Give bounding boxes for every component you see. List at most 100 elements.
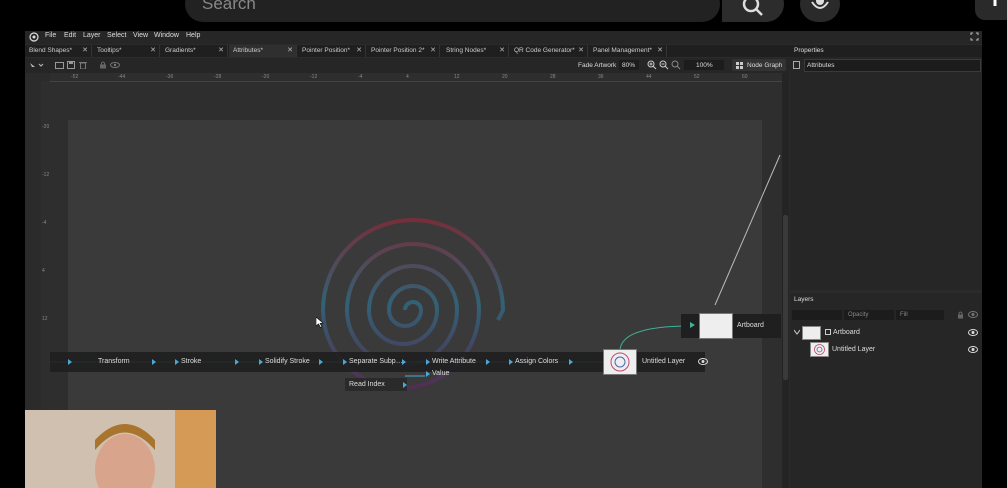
connector-arrow-icon bbox=[569, 359, 573, 365]
ruler-tick: 44 bbox=[646, 74, 652, 80]
tool-select-dropdown-icon[interactable] bbox=[29, 61, 45, 70]
close-icon[interactable]: ✕ bbox=[82, 45, 88, 57]
tab-label: QR Code Generator* bbox=[514, 47, 575, 54]
zoom-in-icon[interactable] bbox=[647, 60, 657, 70]
connector-arrow-icon bbox=[319, 359, 323, 365]
connector-arrow-icon bbox=[403, 382, 407, 388]
visibility-eye-icon[interactable] bbox=[968, 346, 978, 353]
chevron-down-icon[interactable] bbox=[794, 329, 800, 335]
visibility-eye-icon[interactable] bbox=[968, 329, 978, 336]
tab-label: String Nodes* bbox=[446, 47, 487, 54]
microphone-icon bbox=[811, 0, 829, 9]
close-icon[interactable]: ✕ bbox=[499, 45, 505, 57]
close-icon[interactable]: ✕ bbox=[150, 45, 156, 57]
menu-window[interactable]: Window bbox=[154, 32, 179, 39]
layers-panel bbox=[790, 293, 982, 488]
tab-pointer-position-2[interactable]: Pointer Position 2* ✕ bbox=[367, 45, 440, 57]
tab-panel-management[interactable]: Panel Management* ✕ bbox=[589, 45, 667, 57]
close-icon[interactable]: ✕ bbox=[657, 45, 663, 57]
node-untitled-layer[interactable]: Untitled Layer bbox=[642, 358, 685, 365]
node-value-port[interactable]: Value bbox=[432, 370, 449, 377]
input-port-arrow-icon bbox=[690, 322, 695, 328]
ruler-tick: -36 bbox=[166, 74, 174, 80]
fullscreen-icon[interactable] bbox=[970, 32, 979, 41]
tab-label: Blend Shapes* bbox=[29, 47, 73, 54]
node-graph-icon bbox=[736, 62, 743, 69]
folder-icon[interactable] bbox=[55, 61, 64, 69]
untitled-layer-thumbnail[interactable] bbox=[603, 349, 637, 375]
tab-tooltips[interactable]: Tooltips* ✕ bbox=[93, 45, 160, 57]
search-bar[interactable] bbox=[185, 0, 720, 22]
plus-icon bbox=[993, 0, 997, 6]
menu-view[interactable]: View bbox=[133, 32, 148, 39]
ruler-tick: 52 bbox=[694, 74, 700, 80]
search-icon bbox=[742, 0, 763, 16]
ruler-tick: -12 bbox=[310, 74, 318, 80]
close-icon[interactable]: ✕ bbox=[430, 45, 436, 57]
tab-string-nodes[interactable]: String Nodes* ✕ bbox=[442, 45, 509, 57]
opacity-label: Opacity bbox=[848, 312, 869, 318]
menu-select[interactable]: Select bbox=[107, 32, 126, 39]
ruler-tick: 28 bbox=[550, 74, 556, 80]
document-icon bbox=[793, 61, 800, 69]
ruler-tick: 20 bbox=[502, 74, 508, 80]
close-icon[interactable]: ✕ bbox=[578, 45, 584, 57]
tab-label: Pointer Position* bbox=[302, 47, 351, 54]
connector-arrow-icon bbox=[235, 359, 239, 365]
properties-title: Properties bbox=[794, 47, 824, 54]
node-solidify-stroke[interactable]: Solidify Stroke bbox=[265, 358, 310, 365]
visibility-eye-icon[interactable] bbox=[968, 311, 978, 318]
lock-icon[interactable] bbox=[99, 61, 107, 69]
connector-arrow-icon bbox=[486, 359, 490, 365]
mic-button[interactable] bbox=[800, 0, 840, 22]
menu-layer[interactable]: Layer bbox=[83, 32, 101, 39]
node-write-attribute[interactable]: Write Attribute bbox=[432, 358, 476, 365]
blend-mode-dropdown[interactable] bbox=[792, 310, 842, 320]
create-button[interactable] bbox=[975, 0, 1007, 20]
node-assign-colors[interactable]: Assign Colors bbox=[515, 358, 558, 365]
tab-qr-code-generator[interactable]: QR Code Generator* ✕ bbox=[510, 45, 588, 57]
visibility-eye-icon[interactable] bbox=[698, 358, 708, 365]
close-icon[interactable]: ✕ bbox=[218, 45, 224, 57]
layers-title: Layers bbox=[794, 296, 814, 303]
ruler-tick: -44 bbox=[118, 74, 126, 80]
close-icon[interactable]: ✕ bbox=[287, 45, 293, 57]
ruler-horizontal bbox=[50, 73, 782, 82]
node-graph-label: Node Graph bbox=[747, 62, 783, 69]
ruler-tick: -28 bbox=[214, 74, 222, 80]
tab-label: Pointer Position 2* bbox=[371, 47, 425, 54]
ruler-tick: 36 bbox=[598, 74, 604, 80]
tab-pointer-position[interactable]: Pointer Position* ✕ bbox=[298, 45, 366, 57]
menu-file[interactable]: File bbox=[45, 32, 56, 39]
visibility-eye-icon[interactable] bbox=[110, 61, 120, 69]
zoom-out-icon[interactable] bbox=[659, 60, 669, 70]
ruler-tick: -4 bbox=[42, 220, 47, 226]
connector-arrow-icon bbox=[509, 359, 513, 365]
ruler-tick: -52 bbox=[71, 74, 79, 80]
search-button[interactable] bbox=[722, 0, 784, 22]
connector-arrow-icon bbox=[152, 359, 156, 365]
node-read-index: Read Index bbox=[349, 381, 385, 388]
fill-label: Fill bbox=[900, 312, 908, 318]
zoom-fit-icon[interactable] bbox=[671, 60, 681, 70]
trash-icon[interactable] bbox=[79, 61, 87, 69]
menu-edit[interactable]: Edit bbox=[64, 32, 76, 39]
node-separate-subpaths[interactable]: Separate Subp… bbox=[349, 358, 403, 365]
connector-arrow-icon bbox=[175, 359, 179, 365]
tab-attributes[interactable]: Attributes* ✕ bbox=[229, 45, 297, 57]
tab-gradients[interactable]: Gradients* ✕ bbox=[161, 45, 228, 57]
layer-label: Artboard bbox=[833, 329, 860, 336]
webcam-overlay bbox=[25, 410, 216, 488]
node-artboard[interactable]: Artboard bbox=[737, 322, 764, 329]
connector-arrow-icon bbox=[343, 359, 347, 365]
node-transform[interactable]: Transform bbox=[98, 358, 130, 365]
properties-panel bbox=[790, 45, 982, 290]
ruler-tick: 4 bbox=[406, 74, 409, 80]
lock-icon[interactable] bbox=[957, 311, 964, 319]
node-stroke[interactable]: Stroke bbox=[181, 358, 201, 365]
save-icon[interactable] bbox=[67, 61, 75, 69]
menu-help[interactable]: Help bbox=[186, 32, 200, 39]
tab-blend-shapes[interactable]: Blend Shapes* ✕ bbox=[25, 45, 92, 57]
close-icon[interactable]: ✕ bbox=[356, 45, 362, 57]
ruler-tick: -12 bbox=[42, 172, 50, 178]
